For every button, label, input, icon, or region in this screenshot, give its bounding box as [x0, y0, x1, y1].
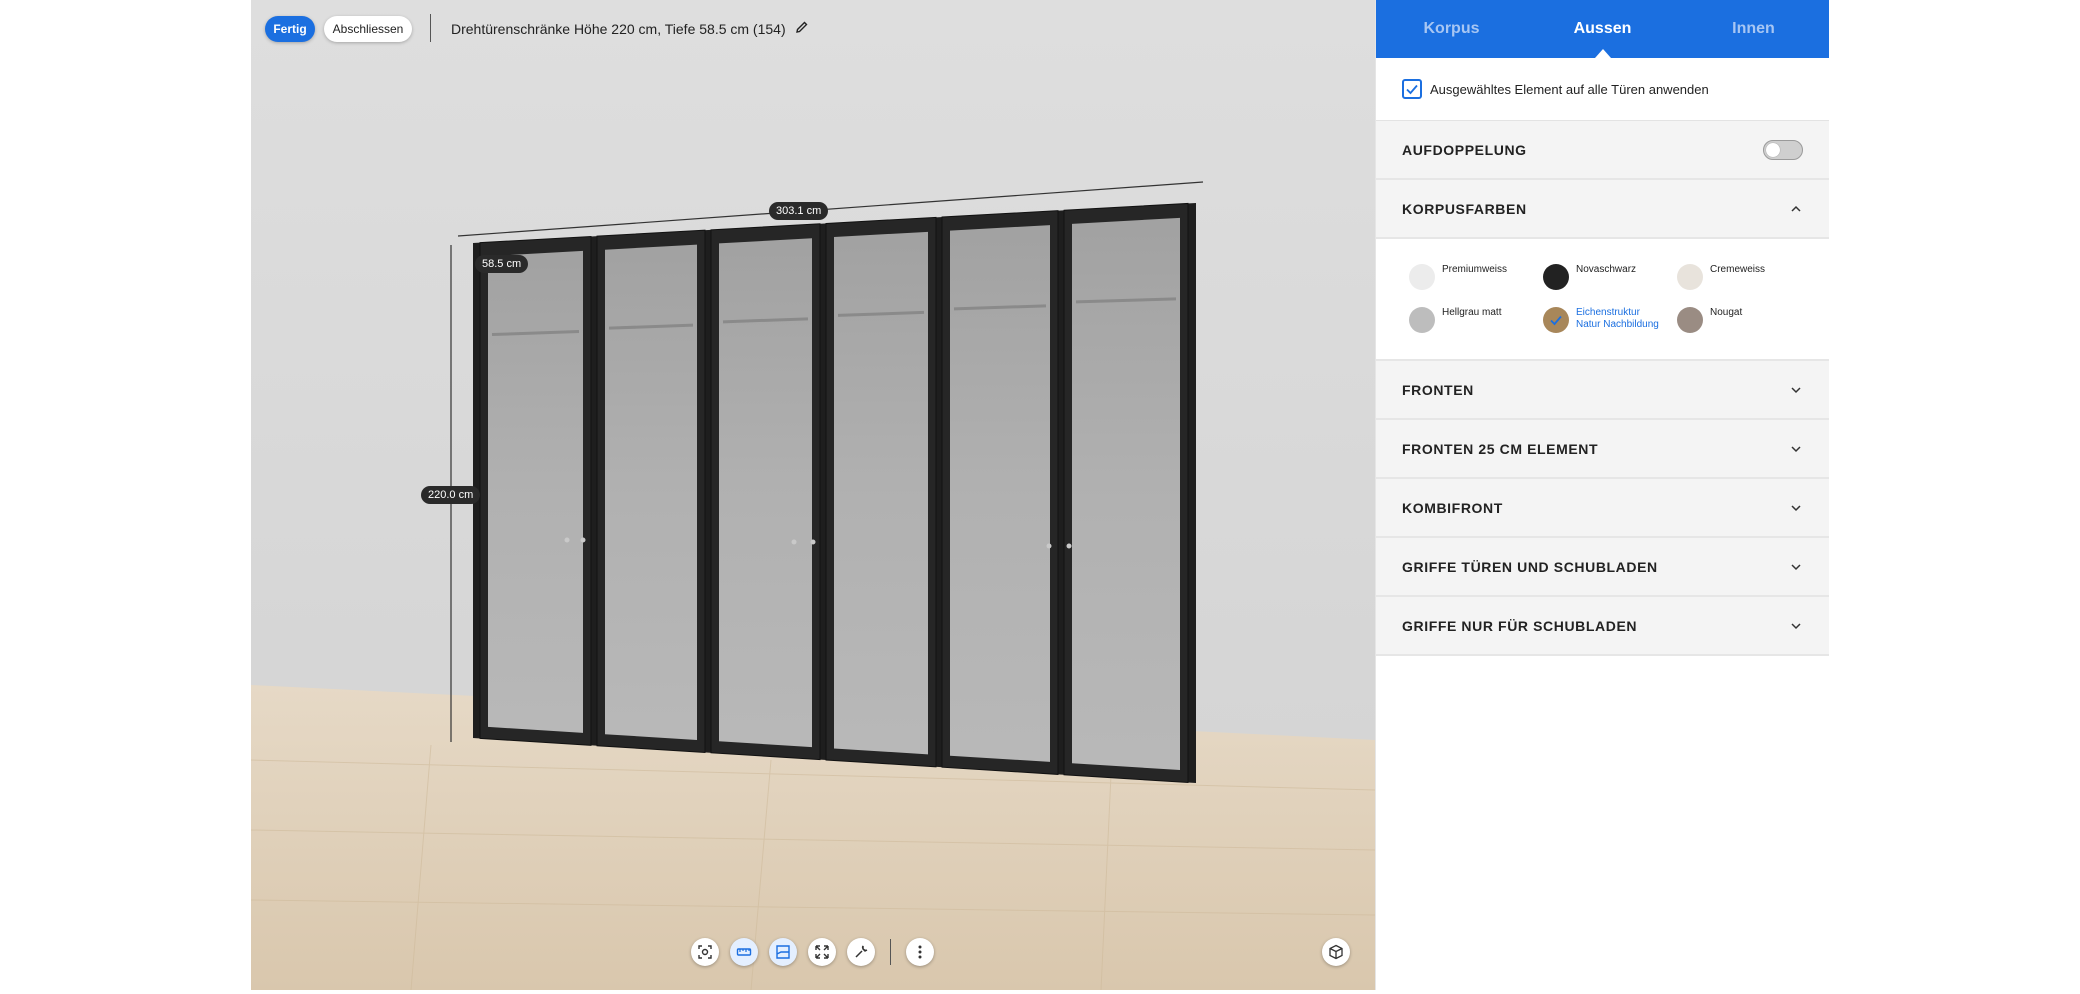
done-button[interactable]: Fertig [265, 16, 315, 42]
check-icon [1550, 315, 1562, 326]
swatch-hellgrau-matt[interactable]: Hellgrau matt [1409, 307, 1501, 333]
swatch-label: Nougat [1710, 307, 1743, 318]
swatch-label: Cremeweiss [1710, 264, 1766, 275]
tab-aussen[interactable]: Aussen [1527, 0, 1678, 58]
swatch-label-line2: Natur Nachbildung [1576, 319, 1659, 330]
check-icon [1406, 84, 1418, 95]
door-handle [1066, 543, 1072, 549]
door-glass [834, 231, 928, 755]
screenshot-icon[interactable] [691, 938, 719, 966]
section-korpusfarben[interactable]: KORPUSFARBEN [1376, 180, 1829, 239]
apply-all-row: Ausgewähltes Element auf alle Türen anwe… [1376, 58, 1829, 121]
swatch-novaschwarz[interactable]: Novaschwarz [1543, 264, 1636, 290]
door-handle [810, 539, 816, 545]
swatch-eichenstruktur[interactable]: Eichenstruktur Natur Nachbildung [1543, 307, 1659, 333]
section-aufdoppelung-label: AUFDOPPELUNG [1402, 141, 1527, 158]
door-glass [605, 244, 697, 740]
chevron-down-icon [1791, 563, 1801, 570]
configuration-title-text: Drehtürenschränke Höhe 220 cm, Tiefe 58.… [451, 20, 786, 37]
swatch-color [1677, 307, 1703, 333]
swatch-premiumweiss[interactable]: Premiumweiss [1409, 264, 1507, 290]
room-icon[interactable] [769, 938, 797, 966]
aufdoppelung-toggle[interactable] [1763, 139, 1803, 160]
panel-tabs: Korpus Aussen Innen [1376, 0, 1829, 58]
swatch-label: Premiumweiss [1442, 264, 1508, 275]
wardrobe-doors [479, 202, 1189, 784]
pencil-icon[interactable] [794, 19, 810, 38]
view-cube-icon[interactable] [1322, 938, 1350, 966]
chevron-down-icon [1791, 386, 1801, 393]
section-korpusfarben-label: KORPUSFARBEN [1402, 200, 1527, 217]
apply-all-label: Ausgewähltes Element auf alle Türen anwe… [1430, 81, 1709, 97]
chevron-down-icon [1791, 504, 1801, 511]
door-glass [719, 238, 812, 748]
view-toolbar [691, 938, 934, 966]
swatch-color [1409, 264, 1435, 290]
section-fronten-25[interactable]: FRONTEN 25 CM ELEMENT [1376, 420, 1829, 479]
section-fronten-25-label: FRONTEN 25 CM ELEMENT [1402, 440, 1599, 457]
section-griffe-schubladen[interactable]: GRIFFE NUR FÜR SCHUBLADEN [1376, 597, 1829, 656]
door-handle [564, 537, 570, 543]
section-kombifront-label: KOMBIFRONT [1402, 499, 1503, 516]
swatch-cremeweiss[interactable]: Cremeweiss [1677, 264, 1765, 290]
toolbar-separator [890, 939, 891, 965]
section-kombifront[interactable]: KOMBIFRONT [1376, 479, 1829, 538]
3d-viewport[interactable]: Fertig Abschliessen Drehtürenschränke Hö… [251, 0, 1375, 990]
swatch-label: Hellgrau matt [1442, 307, 1502, 318]
fullscreen-icon[interactable] [808, 938, 836, 966]
chevron-down-icon [1791, 445, 1801, 452]
width-dimension-label: 303.1 cm [769, 202, 829, 220]
section-griffe-tueren-label: GRIFFE TÜREN UND SCHUBLADEN [1402, 558, 1658, 575]
chevron-down-icon [1791, 622, 1801, 629]
finish-button[interactable]: Abschliessen [324, 16, 412, 42]
section-fronten-label: FRONTEN [1402, 381, 1474, 398]
door-handle [791, 539, 797, 545]
swatch-label-line1: Eichenstruktur [1576, 307, 1640, 318]
depth-dimension-label: 58.5 cm [475, 255, 529, 273]
door-handle [1046, 543, 1052, 549]
height-dimension-label: 220.0 cm [421, 486, 481, 504]
section-griffe-tueren[interactable]: GRIFFE TÜREN UND SCHUBLADEN [1376, 538, 1829, 597]
swatch-nougat[interactable]: Nougat [1677, 307, 1742, 333]
swatch-label: Novaschwarz [1576, 264, 1637, 275]
wardrobe-scene[interactable] [251, 0, 1375, 990]
door-handle [580, 537, 586, 543]
swatch-color [1677, 264, 1703, 290]
configurator-panel: Korpus Aussen Innen Ausgewähltes Element… [1375, 0, 1829, 990]
tools-icon[interactable] [847, 938, 875, 966]
tab-innen[interactable]: Innen [1678, 0, 1829, 58]
swatch-color [1543, 264, 1569, 290]
door-glass [488, 250, 583, 733]
swatch-color [1543, 307, 1569, 333]
toolbar-divider [430, 14, 431, 42]
section-aufdoppelung[interactable]: AUFDOPPELUNG [1376, 121, 1829, 180]
configuration-title[interactable]: Drehtürenschränke Höhe 220 cm, Tiefe 58.… [451, 19, 810, 38]
chevron-up-icon [1791, 205, 1801, 212]
apply-all-checkbox[interactable] [1402, 79, 1422, 99]
app-window: Fertig Abschliessen Drehtürenschränke Hö… [0, 0, 2080, 994]
ruler-icon[interactable] [730, 938, 758, 966]
swatch-label: Eichenstruktur Natur Nachbildung [1576, 307, 1659, 331]
section-fronten[interactable]: FRONTEN [1376, 361, 1829, 420]
more-icon[interactable] [906, 938, 934, 966]
swatch-color [1409, 307, 1435, 333]
tab-korpus[interactable]: Korpus [1376, 0, 1527, 58]
korpus-color-swatches: Premiumweiss Novaschwarz Cremeweiss Hell… [1376, 239, 1829, 361]
section-griffe-schubladen-label: GRIFFE NUR FÜR SCHUBLADEN [1402, 617, 1638, 634]
